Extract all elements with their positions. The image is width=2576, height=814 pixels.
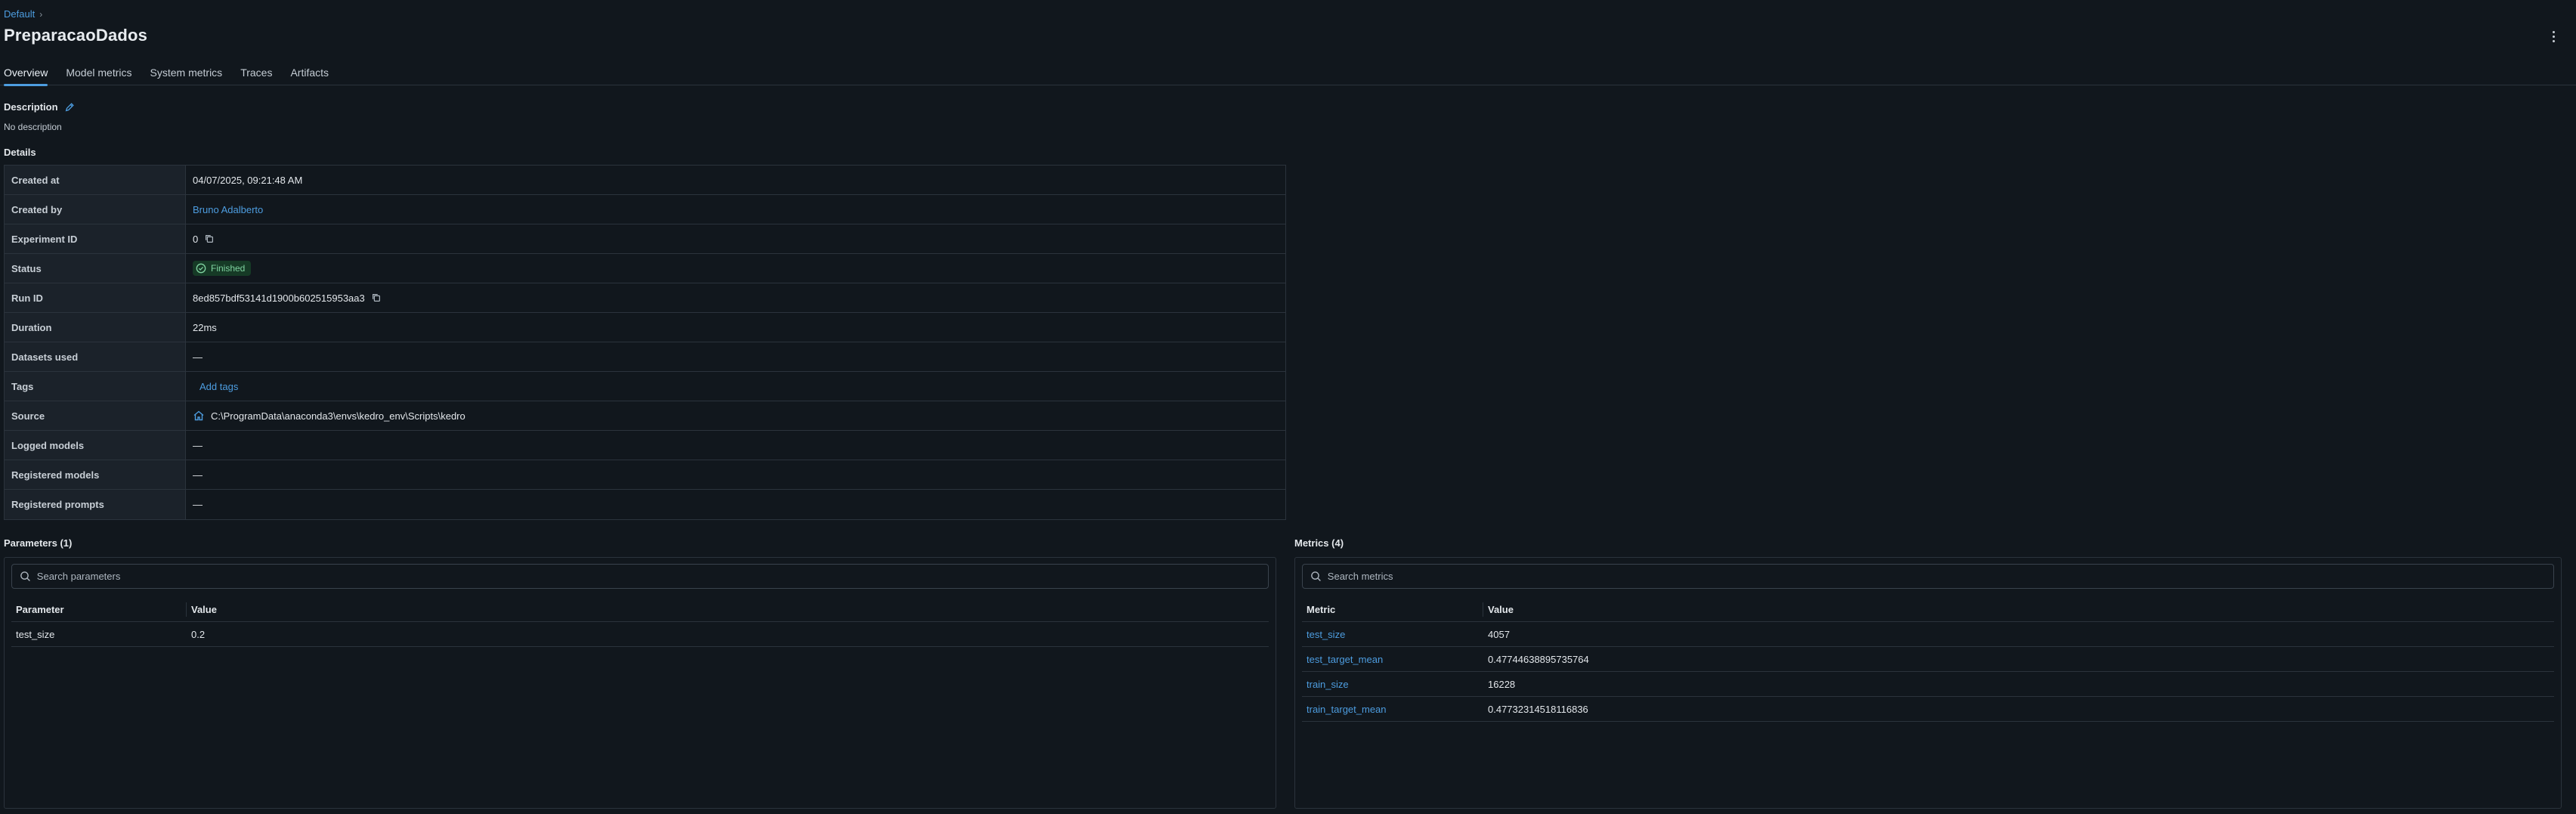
tab-bar: Overview Model metrics System metrics Tr… [0,65,2576,86]
breadcrumb: Default › [4,8,42,20]
details-key: Created at [5,166,186,194]
status-badge: Finished [193,261,252,276]
page-title: PreparacaoDados [4,26,148,45]
created-by-link[interactable]: Bruno Adalberto [193,204,263,215]
details-key: Run ID [5,283,186,312]
column-header-parameter[interactable]: Parameter [11,602,187,617]
check-circle-icon [196,263,206,274]
details-row-experiment-id: Experiment ID 0 [5,224,1285,254]
breadcrumb-separator: › [39,8,43,20]
source-value: C:\ProgramData\anaconda3\envs\kedro_env\… [211,410,465,422]
datasets-used-value: — [193,351,203,363]
parameters-heading: Parameters (1) [4,537,73,549]
table-row: test_target_mean 0.47744638895735764 [1302,647,2554,672]
parameters-search [11,564,1269,589]
table-row: train_target_mean 0.47732314518116836 [1302,697,2554,722]
tab-system-metrics[interactable]: System metrics [150,65,223,85]
copy-icon[interactable] [204,234,215,244]
parameters-panel: Parameter Value test_size 0.2 [4,557,1276,809]
metric-value: 0.47744638895735764 [1488,653,1589,665]
copy-icon[interactable] [371,292,382,303]
search-icon [1311,571,1321,582]
details-key: Registered models [5,460,186,489]
status-text: Finished [211,263,246,274]
details-row-created-at: Created at 04/07/2025, 09:21:48 AM [5,166,1285,195]
metrics-heading: Metrics (4) [1294,537,1344,549]
description-heading: Description [4,101,75,113]
description-label: Description [4,101,58,113]
logged-models-value: — [193,439,203,451]
table-row: train_size 16228 [1302,672,2554,697]
registered-models-value: — [193,469,203,481]
details-key: Created by [5,195,186,224]
column-header-value[interactable]: Value [187,597,217,621]
metrics-search [1302,564,2554,589]
metrics-panel: Metric Value test_size 4057 test_target_… [1294,557,2562,809]
parameters-search-input[interactable] [36,571,1268,582]
column-header-metric[interactable]: Metric [1302,602,1483,617]
table-header: Metric Value [1302,597,2554,622]
tab-traces[interactable]: Traces [240,65,272,85]
details-row-datasets-used: Datasets used — [5,342,1285,372]
details-key: Datasets used [5,342,186,371]
metric-link-test-size[interactable]: test_size [1307,629,1345,640]
column-header-value[interactable]: Value [1483,597,1514,621]
table-header: Parameter Value [11,597,1269,622]
table-row: test_size 4057 [1302,622,2554,647]
created-at-value: 04/07/2025, 09:21:48 AM [193,174,303,186]
metrics-search-input[interactable] [1327,571,2553,582]
metric-value: 16228 [1488,678,1516,690]
run-page: Default › PreparacaoDados Overview Model… [0,0,2576,814]
experiment-id-value: 0 [193,233,199,245]
metrics-table: Metric Value test_size 4057 test_target_… [1302,597,2554,722]
kebab-menu-icon[interactable] [2547,29,2559,44]
details-heading: Details [4,147,36,158]
duration-value: 22ms [193,321,217,333]
details-key: Logged models [5,431,186,460]
details-row-tags: Tags Add tags [5,372,1285,401]
add-tags-button[interactable]: Add tags [193,381,238,392]
breadcrumb-experiment-link[interactable]: Default [4,8,35,20]
metric-value: 0.47732314518116836 [1488,703,1588,715]
home-icon [193,410,204,421]
run-id-value: 8ed857bdf53141d1900b602515953aa3 [193,292,365,304]
details-key: Status [5,254,186,283]
details-row-registered-models: Registered models — [5,460,1285,490]
details-row-logged-models: Logged models — [5,431,1285,460]
details-row-registered-prompts: Registered prompts — [5,490,1285,519]
metric-link-test-target-mean[interactable]: test_target_mean [1307,654,1383,665]
metric-link-train-size[interactable]: train_size [1307,679,1349,690]
details-key: Source [5,401,186,430]
tab-overview[interactable]: Overview [4,65,48,86]
details-row-run-id: Run ID 8ed857bdf53141d1900b602515953aa3 [5,283,1285,313]
details-table: Created at 04/07/2025, 09:21:48 AM Creat… [4,165,1286,520]
tab-artifacts[interactable]: Artifacts [290,65,329,85]
search-icon [20,571,30,582]
parameters-table: Parameter Value test_size 0.2 [11,597,1269,647]
details-row-created-by: Created by Bruno Adalberto [5,195,1285,224]
details-key: Duration [5,313,186,342]
table-row: test_size 0.2 [11,622,1269,647]
parameter-name: test_size [16,628,55,640]
description-text: No description [4,122,62,132]
details-row-source: Source C:\ProgramData\anaconda3\envs\ked… [5,401,1285,431]
registered-prompts-value: — [193,499,203,510]
details-row-status: Status Finished [5,254,1285,283]
edit-icon[interactable] [64,102,75,113]
parameter-value: 0.2 [191,628,206,640]
details-row-duration: Duration 22ms [5,313,1285,342]
details-key: Tags [5,372,186,401]
tab-model-metrics[interactable]: Model metrics [66,65,131,85]
metric-link-train-target-mean[interactable]: train_target_mean [1307,704,1387,715]
metric-value: 4057 [1488,628,1510,640]
details-key: Registered prompts [5,490,186,519]
details-key: Experiment ID [5,224,186,253]
